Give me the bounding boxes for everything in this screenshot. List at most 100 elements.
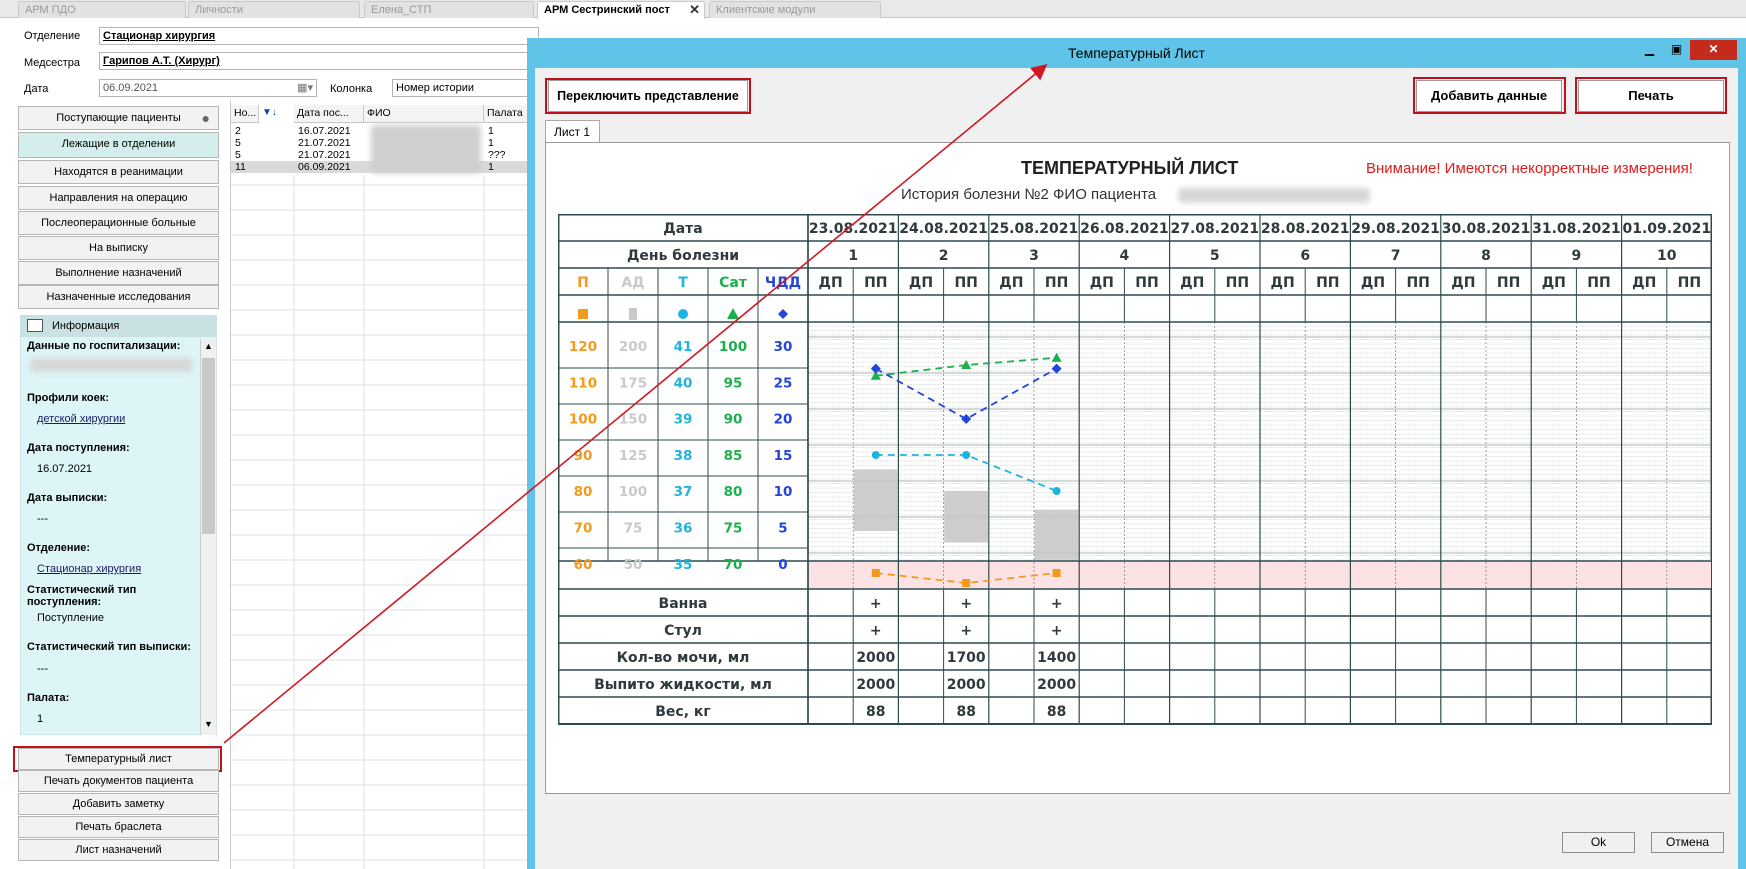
nav-icu[interactable]: Находятся в реанимации [18,160,219,184]
column-label: Колонка [330,83,373,95]
diamond-point [961,414,972,424]
col-ward[interactable]: Палата [484,105,531,123]
date-header: 23.08.2021 [809,221,898,237]
cell-num: 11 [235,161,246,173]
grid-border [230,100,231,869]
circle-point [1052,487,1061,495]
scale-value: 90 [724,412,743,428]
scale-value: 70 [724,557,743,573]
ward-value: 1 [37,713,44,725]
square-point [962,579,971,587]
nav-postop[interactable]: Послеоперационные больные [18,211,219,235]
scale-value: 41 [674,339,693,355]
bottom-row-label: Вес, кг [655,704,710,720]
scale-value: 75 [624,521,643,537]
nav-label: Поступающие пациенты [56,112,181,124]
series-line [875,454,1057,492]
tab-client-modules[interactable]: Клиентские модули [709,1,881,18]
scale-value: 90 [574,448,593,464]
cell-ward: 1 [488,125,494,137]
close-icon[interactable]: ✕ [1690,40,1737,60]
dept-value[interactable]: Стационар хирургия [37,563,141,575]
close-icon[interactable]: ✕ [689,2,700,18]
triangle-point [961,360,972,369]
tab-label: АРМ Сестринский пост [544,4,670,16]
notepad-icon [27,319,43,332]
scroll-up-icon[interactable]: ▲ [202,341,215,355]
cell-ward: 1 [488,161,494,173]
print-bracelet-button[interactable]: Печать браслета [18,816,219,838]
diamond-point [1051,363,1062,374]
tab-persons[interactable]: Личности [188,1,360,18]
cell-date: 21.07.2021 [298,137,351,149]
filter-sort-icon[interactable]: ▼↓ [262,107,277,118]
bottom-row-value: 2000 [856,650,895,666]
scale-value: 100 [619,484,647,500]
square-point [871,569,880,577]
scale-value: 39 [674,412,693,428]
tab-elena-stp[interactable]: Елена_СТП [364,1,534,18]
pm-header: ПП [1045,275,1068,291]
day-header: 4 [1120,248,1130,264]
tab-nurse-post[interactable]: АРМ Сестринский пост ✕ [537,1,705,19]
bottom-row-value: 88 [866,704,885,720]
nav-tests[interactable]: Назначенные исследования [18,285,219,309]
col-name[interactable]: ФИО [364,105,484,123]
bottom-row-value: 1700 [947,650,986,666]
am-header: ДП [909,275,933,291]
scale-value: 30 [774,339,793,355]
nav-in-ward[interactable]: Лежащие в отделении [18,132,219,158]
print-docs-button[interactable]: Печать документов пациента [18,770,219,792]
highlight-frame [1575,77,1727,114]
scale-value: 0 [778,557,787,573]
ok-button[interactable]: Ok [1562,832,1635,853]
nav-orders[interactable]: Выполнение назначений [18,261,219,285]
scroll-down-icon[interactable]: ▼ [202,719,215,733]
dept-field[interactable]: Стационар хирургия [99,27,539,45]
scale-value: 40 [674,375,693,391]
scale-value: 10 [774,484,793,500]
orders-list-button[interactable]: Лист назначений [18,839,219,861]
nurse-field[interactable]: Гарипов А.Т. (Хирург) [99,52,539,70]
date-header: 25.08.2021 [990,221,1079,237]
column-select[interactable]: Номер истории [392,79,539,97]
tab-arm-pdo[interactable]: АРМ ПДО [18,1,186,18]
day-header: 10 [1657,248,1677,264]
minimize-icon[interactable]: ▁ [1636,40,1663,60]
pm-header: ПП [1587,275,1610,291]
circle-point [871,451,880,459]
scroll-thumb[interactable] [202,358,215,534]
col-num[interactable]: Но... [231,105,259,123]
col-date[interactable]: Дата пос... [294,105,364,123]
bp-bar [944,491,989,543]
beds-value[interactable]: детской хирургии [37,413,125,425]
day-label: День болезни [627,248,739,264]
am-header: ДП [1090,275,1114,291]
param-key: АД [621,275,644,291]
param-key: Сат [719,275,748,291]
add-note-button[interactable]: Добавить заметку [18,793,219,815]
am-header: ДП [999,275,1023,291]
bp-bar [853,469,898,531]
tab-sheet-1[interactable]: Лист 1 [545,120,600,143]
scale-value: 80 [724,484,743,500]
discharge-value: --- [37,513,48,525]
scale-value: 175 [619,375,647,391]
nav-surgery[interactable]: Направления на операцию [18,186,219,210]
pm-header: ПП [1316,275,1339,291]
cell-num: 5 [235,149,241,161]
bottom-row-value: + [870,596,882,612]
highlight-frame [545,78,751,114]
scale-value: 70 [574,521,593,537]
info-header-label: Информация [52,320,120,332]
maximize-icon[interactable]: ▣ [1663,40,1690,60]
scale-value: 150 [619,412,647,428]
nav-label: Лежащие в отделении [61,138,176,150]
info-header[interactable]: Информация [20,315,217,337]
cancel-button[interactable]: Отмена [1651,832,1724,853]
nav-incoming[interactable]: Поступающие пациенты ● [18,106,219,130]
status-dot-icon: ● [201,110,210,126]
calendar-icon[interactable]: ▦▾ [297,80,313,96]
date-field[interactable]: 06.09.2021 ▦▾ [99,79,317,97]
nav-discharge[interactable]: На выписку [18,236,219,260]
